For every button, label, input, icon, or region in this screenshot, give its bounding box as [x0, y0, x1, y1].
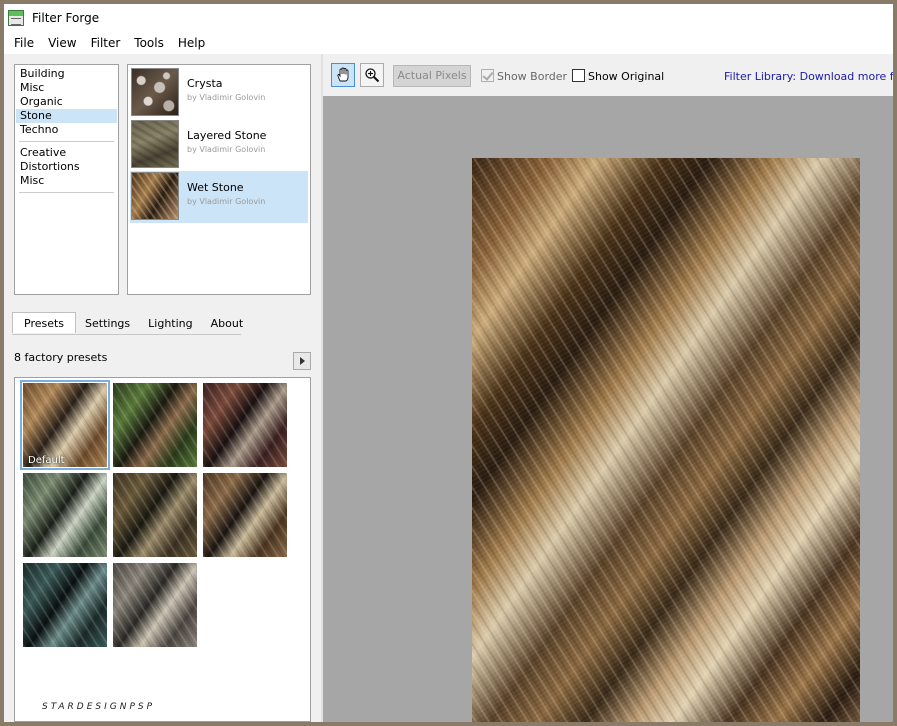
- preview-panel: Actual Pixels Show Border Show Original …: [323, 54, 893, 722]
- filter-thumbnail: [131, 172, 179, 220]
- category-item-creative[interactable]: Creative: [16, 146, 117, 160]
- preset-thumbnail[interactable]: [23, 473, 107, 557]
- preview-canvas[interactable]: [323, 96, 893, 722]
- tab-divider: [12, 334, 241, 335]
- menu-view[interactable]: View: [41, 34, 83, 52]
- preview-image: [472, 158, 860, 722]
- tab-lighting[interactable]: Lighting: [139, 312, 201, 333]
- category-item-techno[interactable]: Techno: [16, 123, 117, 137]
- filter-forge-app-icon: [8, 10, 24, 26]
- category-item-misc[interactable]: Misc: [16, 81, 117, 95]
- filter-author: by Vladimir Golovin: [187, 197, 266, 206]
- preset-label: Default: [28, 455, 65, 466]
- watermark-text: STARDESIGNPSP: [42, 702, 156, 712]
- filter-name: Wet Stone: [187, 181, 244, 194]
- menu-bar: File View Filter Tools Help: [4, 32, 893, 54]
- filter-author: by Vladimir Golovin: [187, 145, 266, 154]
- expand-presets-button[interactable]: [293, 352, 311, 370]
- preview-toolbar: Actual Pixels Show Border Show Original …: [323, 54, 893, 94]
- tab-about[interactable]: About: [202, 312, 253, 333]
- title-bar[interactable]: Filter Forge: [4, 4, 893, 32]
- zoom-tool-button[interactable]: [360, 63, 384, 87]
- window-title: Filter Forge: [32, 11, 100, 25]
- preset-thumbnail[interactable]: [113, 563, 197, 647]
- preset-thumbnail[interactable]: [23, 563, 107, 647]
- hand-tool-button[interactable]: [331, 63, 355, 87]
- zoom-in-icon: [365, 68, 380, 83]
- category-item-organic[interactable]: Organic: [16, 95, 117, 109]
- left-panel: Building Misc Organic Stone Techno Creat…: [4, 54, 321, 722]
- actual-pixels-button[interactable]: Actual Pixels: [393, 65, 471, 87]
- filter-item-layered-stone[interactable]: Layered Stone by Vladimir Golovin: [130, 119, 308, 171]
- preset-thumbnail[interactable]: [203, 473, 287, 557]
- hand-icon: [337, 67, 349, 82]
- filter-name: Layered Stone: [187, 129, 267, 142]
- menu-file[interactable]: File: [7, 34, 41, 52]
- presets-count-label: 8 factory presets: [14, 351, 108, 364]
- window-border: [889, 0, 897, 726]
- filter-thumbnail: [131, 120, 179, 168]
- show-original-checkbox[interactable]: [572, 69, 585, 82]
- show-original-label: Show Original: [588, 70, 665, 83]
- filter-item-wet-stone[interactable]: Wet Stone by Vladimir Golovin: [130, 171, 308, 223]
- preset-thumbnail[interactable]: [113, 383, 197, 467]
- menu-tools[interactable]: Tools: [127, 34, 171, 52]
- tab-settings[interactable]: Settings: [76, 312, 139, 333]
- filter-forge-window: Filter Forge File View Filter Tools Help…: [4, 4, 893, 722]
- preset-thumbnail-default[interactable]: Default: [20, 380, 110, 470]
- filter-name: Crysta: [187, 77, 223, 90]
- tab-presets[interactable]: Presets: [12, 312, 77, 333]
- show-border-label: Show Border: [497, 70, 568, 83]
- menu-help[interactable]: Help: [171, 34, 212, 52]
- filter-item-crysta[interactable]: Crysta by Vladimir Golovin: [130, 67, 308, 119]
- filter-author: by Vladimir Golovin: [187, 93, 266, 102]
- filter-thumbnail: [131, 68, 179, 116]
- settings-tabs: Presets Settings Lighting About: [12, 312, 252, 334]
- category-item-building[interactable]: Building: [16, 67, 117, 81]
- category-item-misc-2[interactable]: Misc: [16, 174, 117, 188]
- menu-filter[interactable]: Filter: [84, 34, 128, 52]
- filter-library-link[interactable]: Filter Library: Download more filters: [724, 70, 893, 83]
- category-item-distortions[interactable]: Distortions: [16, 160, 117, 174]
- presets-grid: Default: [14, 377, 311, 722]
- preset-thumbnail[interactable]: [203, 383, 287, 467]
- preset-thumbnail[interactable]: [113, 473, 197, 557]
- category-item-stone[interactable]: Stone: [16, 109, 117, 123]
- show-border-checkbox[interactable]: [481, 69, 494, 82]
- category-divider: [19, 141, 114, 142]
- category-list[interactable]: Building Misc Organic Stone Techno Creat…: [14, 64, 119, 295]
- category-divider: [19, 192, 114, 193]
- filter-list[interactable]: Crysta by Vladimir Golovin Layered Stone…: [127, 64, 311, 295]
